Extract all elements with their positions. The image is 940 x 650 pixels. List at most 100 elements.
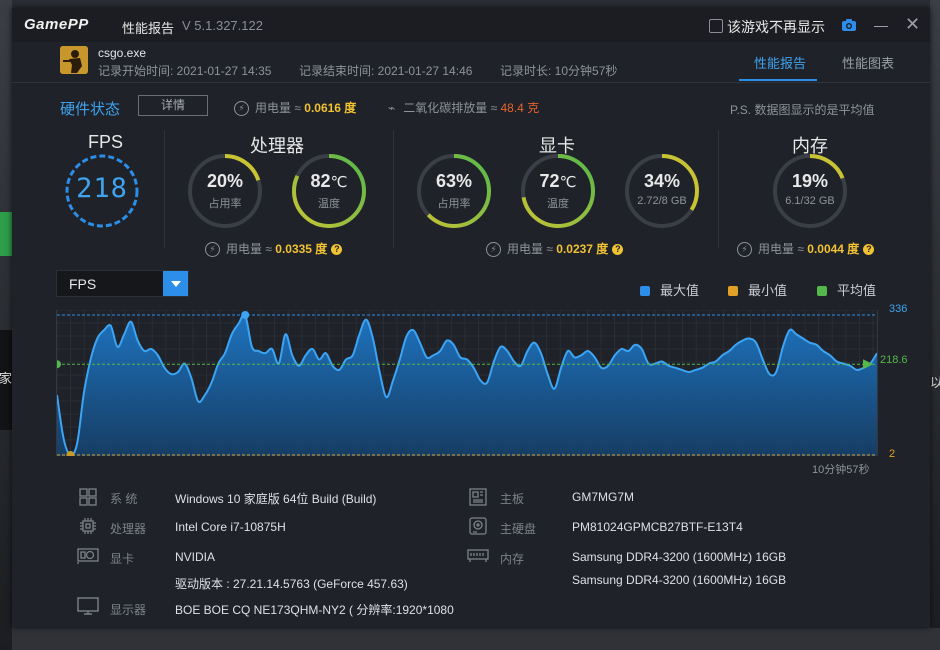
- cpu-icon: [80, 518, 96, 534]
- gpu-temp-gauge: 72℃ 温度: [519, 152, 597, 230]
- legend-avg-label: 平均值: [837, 283, 877, 298]
- fps-chart[interactable]: [53, 309, 878, 459]
- game-icon: [60, 46, 88, 74]
- cpu-usage-gauge: 20% 占用率: [186, 152, 264, 230]
- windows-icon: [79, 488, 97, 506]
- background-left-text: 家: [0, 371, 13, 386]
- gpu-usage-value: 63%: [435, 171, 473, 191]
- os-key: 系 统: [110, 492, 138, 506]
- divider: [164, 130, 165, 248]
- close-button[interactable]: ✕: [905, 15, 920, 33]
- game-exe-name: csgo.exe: [98, 46, 147, 60]
- camera-icon[interactable]: [841, 17, 857, 33]
- gpu-value: NVIDIA: [175, 550, 216, 564]
- gpu-vram-value: 34%: [643, 171, 681, 191]
- active-tab-underline: [739, 79, 817, 81]
- co2-emission: ⌁ 二氧化碳排放量 ≈ 48.4 克: [388, 99, 539, 116]
- gpu-usage-label: 占用率: [437, 198, 471, 210]
- co2-icon: ⌁: [388, 101, 396, 115]
- help-icon[interactable]: ?: [612, 244, 624, 256]
- cpu-power: ⚡ 用电量 ≈ 0.0335 度?: [205, 240, 343, 258]
- cpu-key: 处理器: [110, 522, 147, 536]
- gamepp-window: GamePP 性能报告 V 5.1.327.122 该游戏不再显示 ✕ csgo…: [12, 8, 930, 627]
- tab-performance-chart[interactable]: 性能图表: [842, 53, 894, 72]
- gpu-power: ⚡ 用电量 ≈ 0.0237 度?: [486, 240, 624, 258]
- co2-label: 二氧化碳排放量 ≈: [403, 101, 501, 115]
- fps-value: 218: [76, 173, 128, 204]
- memory-icon: [467, 549, 489, 562]
- power-icon: ⚡: [234, 101, 249, 117]
- version-label: V 5.1.327.122: [182, 18, 263, 33]
- disk-icon: [469, 517, 487, 535]
- cpu-temp-unit: ℃: [330, 174, 348, 191]
- avg-marker: [53, 360, 61, 369]
- monitor-icon: [77, 597, 99, 615]
- title-bar[interactable]: GamePP 性能报告 V 5.1.327.122 该游戏不再显示 ✕: [12, 8, 930, 42]
- cpu-usage-value: 20%: [206, 171, 244, 191]
- metric-select[interactable]: FPS: [56, 270, 189, 297]
- total-power-value: 0.0616 度: [304, 101, 357, 115]
- tab-performance-report[interactable]: 性能报告: [754, 53, 806, 72]
- dont-show-checkbox[interactable]: [709, 19, 723, 33]
- dont-show-label[interactable]: 该游戏不再显示: [727, 17, 825, 37]
- gpu-temp-number: 72: [539, 171, 560, 191]
- metric-select-value: FPS: [69, 276, 97, 292]
- app-logo: GamePP: [24, 16, 89, 33]
- board-key: 主板: [500, 492, 525, 506]
- background-green-block: [0, 212, 12, 256]
- gpu-icon: [77, 548, 99, 564]
- cpu-value: Intel Core i7-10875H: [175, 520, 286, 534]
- details-button[interactable]: 详情: [138, 95, 208, 116]
- legend-avg-swatch: [817, 286, 827, 296]
- display-key: 显示器: [110, 603, 147, 617]
- power-icon: ⚡: [737, 242, 752, 258]
- gpu-temp-unit: ℃: [559, 174, 577, 191]
- background-left: 家: [0, 0, 12, 650]
- record-end: 记录结束时间: 2021-01-27 14:46: [299, 64, 473, 78]
- gpu-power-value: 0.0237 度: [556, 242, 609, 256]
- y-min-label: 2: [889, 448, 896, 460]
- gpu-vram-label: 2.72/8 GB: [637, 195, 687, 207]
- y-avg-label: 218.6: [880, 354, 908, 366]
- record-start: 记录开始时间: 2021-01-27 14:35: [98, 64, 272, 78]
- cpu-temp-number: 82: [310, 171, 331, 191]
- record-duration: 记录时长: 10分钟57秒: [500, 64, 618, 78]
- game-header: csgo.exe 记录开始时间: 2021-01-27 14:35 记录结束时间…: [12, 42, 930, 83]
- legend-max: 最大值: [640, 280, 699, 299]
- cpu-temp-label: 温度: [318, 198, 340, 210]
- legend-min-label: 最小值: [748, 283, 788, 298]
- help-icon[interactable]: ?: [331, 244, 343, 256]
- mem-value-2: Samsung DDR4-3200 (1600MHz) 16GB: [572, 573, 787, 587]
- legend-max-label: 最大值: [660, 283, 700, 298]
- power-icon: ⚡: [486, 242, 501, 258]
- total-power: ⚡ 用电量 ≈ 0.0616 度: [234, 99, 357, 117]
- cpu-power-value: 0.0335 度: [275, 242, 328, 256]
- disk-key: 主硬盘: [500, 522, 537, 536]
- minimize-button[interactable]: [874, 26, 888, 27]
- gpu-power-label: 用电量 ≈: [507, 242, 557, 256]
- legend-min: 最小值: [728, 280, 787, 299]
- help-icon[interactable]: ?: [863, 244, 875, 256]
- soldier-icon: [60, 46, 88, 74]
- os-value: Windows 10 家庭版 64位 Build (Build): [175, 492, 377, 506]
- ps-note: P.S. 数据图显示的是平均值: [730, 103, 875, 117]
- mem-key: 内存: [500, 552, 525, 566]
- divider: [393, 130, 394, 248]
- disk-value: PM81024GPMCB27BTF-E13T4: [572, 520, 743, 534]
- cpu-temp-value: 82℃: [290, 171, 368, 192]
- memory-power-value: 0.0044 度: [807, 242, 860, 256]
- x-end-label: 10分钟57秒: [812, 464, 870, 476]
- memory-power-label: 用电量 ≈: [758, 242, 808, 256]
- driver-value: 驱动版本 : 27.21.14.5763 (GeForce 457.63): [175, 577, 408, 591]
- total-power-label: 用电量 ≈: [255, 101, 305, 115]
- cpu-usage-label: 占用率: [208, 198, 242, 210]
- memory-usage-label: 6.1/32 GB: [785, 195, 835, 207]
- background-bottom: [12, 628, 940, 650]
- motherboard-icon: [469, 488, 487, 506]
- legend-avg: 平均值: [817, 280, 876, 299]
- mem-value: Samsung DDR4-3200 (1600MHz) 16GB: [572, 550, 787, 564]
- board-value: GM7MG7M: [572, 490, 635, 504]
- chevron-down-icon[interactable]: [163, 271, 188, 296]
- max-marker: [241, 311, 250, 319]
- gpu-vram-gauge: 34% 2.72/8 GB: [623, 152, 701, 230]
